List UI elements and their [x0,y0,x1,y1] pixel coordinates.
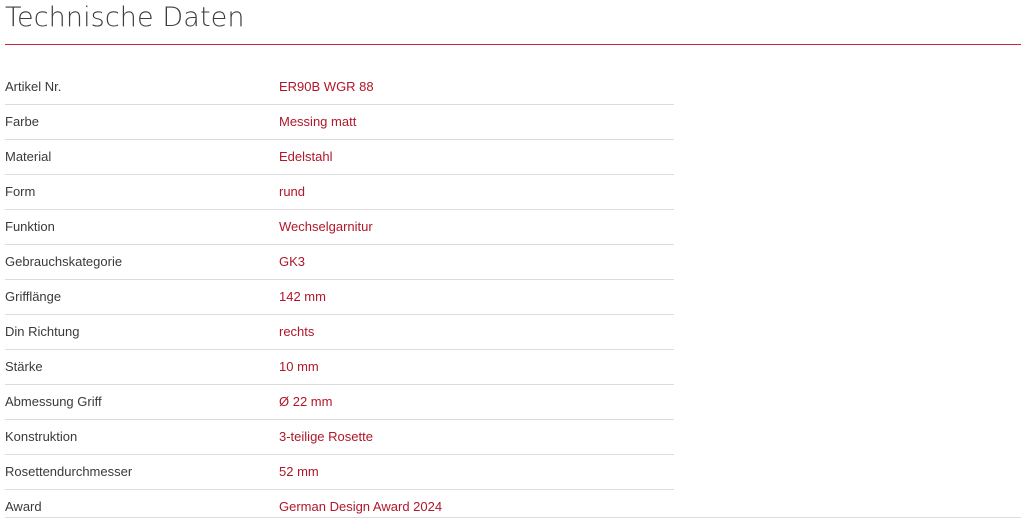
spec-value: Edelstahl [279,149,333,164]
spec-label: Farbe [5,114,39,129]
spec-value: German Design Award 2024 [279,499,443,515]
spec-row-farbe: Farbe Messing matt [5,104,674,139]
spec-value: Messing matt [279,114,357,129]
spec-row-rosettendurchmesser: Rosettendurchmesser 52 mm [5,454,674,489]
spec-label: Abmessung Griff [5,394,102,409]
spec-label: Award [5,499,42,515]
spec-row-gebrauchskategorie: Gebrauchskategorie GK3 [5,244,674,279]
spec-label: Rosettendurchmesser [5,464,133,479]
spec-label: Material [5,149,52,164]
title-underline-divider [5,44,1021,45]
spec-row-staerke: Stärke 10 mm [5,349,674,384]
bottom-divider [5,517,1021,518]
spec-label: Grifflänge [5,289,62,304]
spec-value: GK3 [279,254,306,269]
spec-value: Wechselgarnitur [279,219,373,234]
spec-label: Konstruktion [5,429,78,444]
spec-value: 10 mm [279,359,319,374]
spec-label: Din Richtung [5,324,80,339]
spec-value: 142 mm [279,289,326,304]
spec-row-form: Form rund [5,174,674,209]
spec-label: Gebrauchskategorie [5,254,123,269]
spec-value: 52 mm [279,464,319,479]
spec-row-abmessung-griff: Abmessung Griff Ø 22 mm [5,384,674,419]
spec-row-konstruktion: Konstruktion 3-teilige Rosette [5,419,674,454]
spec-label: Artikel Nr. [5,78,62,94]
spec-row-material: Material Edelstahl [5,139,674,174]
spec-row-artikel-nr: Artikel Nr. ER90B WGR 88 [5,69,674,104]
specs-table-body: Artikel Nr. ER90B WGR 88 Farbe Messing m… [5,69,674,519]
spec-label: Form [5,184,36,199]
spec-row-funktion: Funktion Wechselgarnitur [5,209,674,244]
technical-specs-table: Artikel Nr. ER90B WGR 88 Farbe Messing m… [5,69,674,519]
spec-value: 3-teilige Rosette [279,429,373,444]
spec-value: ER90B WGR 88 [279,78,374,94]
spec-row-grifflaenge: Grifflänge 142 mm [5,279,674,314]
spec-row-award: Award German Design Award 2024 [5,489,674,519]
spec-label: Funktion [5,219,55,234]
section-title: Technische Daten [5,2,245,33]
spec-value: Ø 22 mm [279,394,333,409]
spec-value: rund [279,184,306,199]
spec-label: Stärke [5,359,43,374]
spec-row-din-richtung: Din Richtung rechts [5,314,674,349]
spec-value: rechts [279,324,315,339]
